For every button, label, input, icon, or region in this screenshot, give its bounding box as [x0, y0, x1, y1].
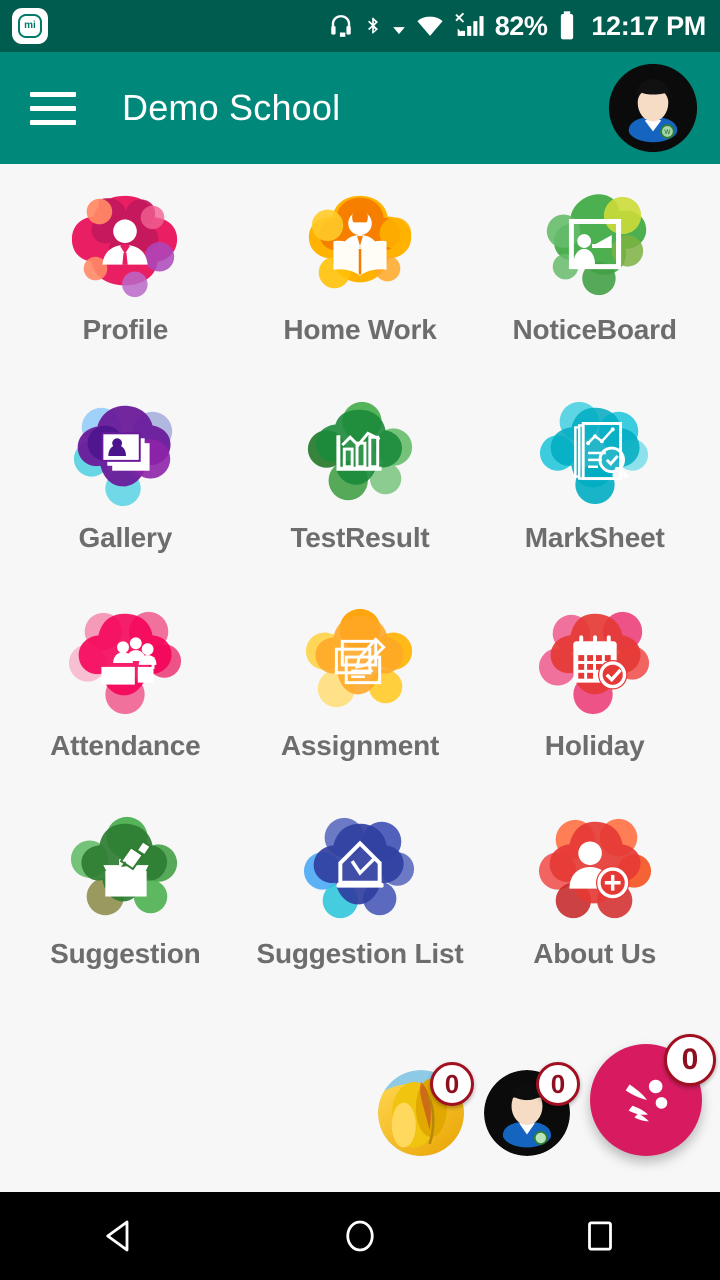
grid-item-home-work[interactable]: Home Work [243, 186, 478, 394]
page-title: Demo School [122, 87, 341, 128]
test-result-icon [285, 394, 435, 512]
app-bar: Demo School W [0, 52, 720, 164]
grid-item-label: About Us [533, 938, 657, 969]
wifi-icon [417, 16, 443, 36]
grid-item-label: Assignment [280, 730, 440, 761]
headset-icon [331, 15, 351, 37]
profile-photo-fab[interactable]: 0 [484, 1062, 580, 1156]
grid-item-label: NoticeBoard [512, 314, 677, 345]
suggestion-icon [50, 810, 200, 928]
grid-item-label: Gallery [78, 522, 173, 553]
battery-icon [561, 11, 574, 40]
grid-item-about-us[interactable]: About Us [477, 810, 712, 1018]
grid-item-label: TestResult [290, 522, 430, 553]
gallery-icon [50, 394, 200, 512]
fab-badge: 0 [664, 1034, 716, 1086]
grid-item-label: Profile [82, 314, 169, 345]
fab-badge: 0 [536, 1062, 580, 1106]
fab-badge: 0 [430, 1062, 474, 1106]
recents-square-icon[interactable] [530, 1215, 670, 1257]
about-us-icon [520, 810, 670, 928]
grid-item-gallery[interactable]: Gallery [8, 394, 243, 602]
status-bar: mi 82% 12:17 PM [0, 0, 720, 52]
grid-item-label: MarkSheet [524, 522, 665, 553]
grid-item-profile[interactable]: Profile [8, 186, 243, 394]
grid-item-assignment[interactable]: Assignment [243, 602, 478, 810]
grid-item-label: Holiday [544, 730, 645, 761]
suggestion-list-icon [285, 810, 435, 928]
mi-logo-icon: mi [12, 8, 48, 44]
grid-item-testresult[interactable]: TestResult [243, 394, 478, 602]
fab-row: 0 0 0 [378, 1034, 716, 1156]
user-avatar[interactable]: W [608, 63, 698, 153]
notice-board-icon [520, 186, 670, 304]
grid-item-suggestion[interactable]: Suggestion [8, 810, 243, 1018]
grid-item-marksheet[interactable]: MarkSheet [477, 394, 712, 602]
share-fab[interactable]: 0 [590, 1034, 716, 1156]
cellular-signal-icon [455, 12, 484, 36]
hamburger-menu-icon[interactable] [30, 91, 76, 125]
svg-text:W: W [664, 129, 670, 136]
home-work-icon [285, 186, 435, 304]
grid-item-holiday[interactable]: Holiday [477, 602, 712, 810]
menu-grid: Profile Home Work NoticeBoard Gallery Te… [0, 164, 720, 1018]
flower-photo-fab[interactable]: 0 [378, 1062, 474, 1156]
grid-item-suggestion-list[interactable]: Suggestion List [243, 810, 478, 1018]
grid-item-label: Suggestion [50, 938, 201, 969]
grid-item-noticeboard[interactable]: NoticeBoard [477, 186, 712, 394]
home-circle-icon[interactable] [290, 1215, 430, 1257]
system-nav-bar [0, 1192, 720, 1280]
grid-item-label: Attendance [50, 730, 201, 761]
status-icons: 82% 12:17 PM [328, 10, 706, 42]
app-screen: mi 82% 12:17 PM Demo School W Profile Ho… [0, 0, 720, 1280]
grid-item-label: Home Work [283, 314, 437, 345]
mark-sheet-icon [520, 394, 670, 512]
attendance-icon [50, 602, 200, 720]
grid-item-label: Suggestion List [256, 938, 464, 969]
dropdown-caret-icon [392, 27, 405, 35]
grid-item-attendance[interactable]: Attendance [8, 602, 243, 810]
back-triangle-icon[interactable] [50, 1215, 190, 1257]
profile-icon [50, 186, 200, 304]
battery-percent: 82% [494, 10, 548, 41]
bluetooth-icon [367, 17, 378, 34]
assignment-icon [285, 602, 435, 720]
status-clock: 12:17 PM [591, 10, 706, 41]
holiday-icon [520, 602, 670, 720]
